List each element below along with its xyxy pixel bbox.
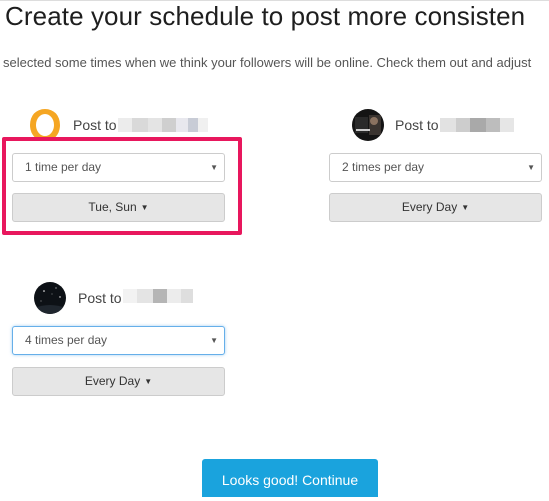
- days-dropdown-button[interactable]: Every Day ▼: [12, 367, 225, 396]
- post-to-label: Post to: [78, 290, 122, 306]
- profile-header: Post to: [329, 107, 549, 141]
- profile-card-2: Post to 2 times per day ▼ Every Day ▼: [329, 107, 544, 227]
- days-dropdown-label: Every Day: [401, 200, 458, 214]
- post-frequency-select[interactable]: 4 times per day ▼: [12, 326, 225, 355]
- redacted-account-name: [123, 289, 193, 303]
- post-frequency-value: 2 times per day: [342, 160, 425, 174]
- chevron-down-icon: ▼: [144, 377, 153, 386]
- post-to-label: Post to: [73, 117, 117, 133]
- dark-photo-avatar-icon: [352, 109, 384, 141]
- profile-header: Post to: [12, 107, 232, 141]
- select-caret-icon: ▼: [527, 163, 535, 172]
- redacted-account-name: [118, 118, 208, 132]
- post-to-label: Post to: [395, 117, 439, 133]
- profile-header: Post to: [12, 280, 232, 314]
- continue-button[interactable]: Looks good! Continue: [202, 459, 378, 497]
- chevron-down-icon: ▼: [461, 203, 470, 212]
- post-frequency-value: 4 times per day: [25, 333, 108, 347]
- days-dropdown-button[interactable]: Every Day ▼: [329, 193, 542, 222]
- redacted-account-name: [440, 118, 514, 132]
- days-dropdown-label: Every Day: [84, 374, 141, 388]
- profile-card-3: Post to 4 times per day ▼ Every Day ▼: [12, 280, 227, 400]
- page-subtitle: selected some times when we think your f…: [3, 55, 532, 70]
- post-frequency-select[interactable]: 2 times per day ▼: [329, 153, 542, 182]
- night-sky-avatar-icon: [34, 282, 66, 314]
- select-caret-icon: ▼: [210, 336, 218, 345]
- highlight-box: [2, 137, 242, 235]
- page-title: Create your schedule to post more consis…: [5, 1, 526, 31]
